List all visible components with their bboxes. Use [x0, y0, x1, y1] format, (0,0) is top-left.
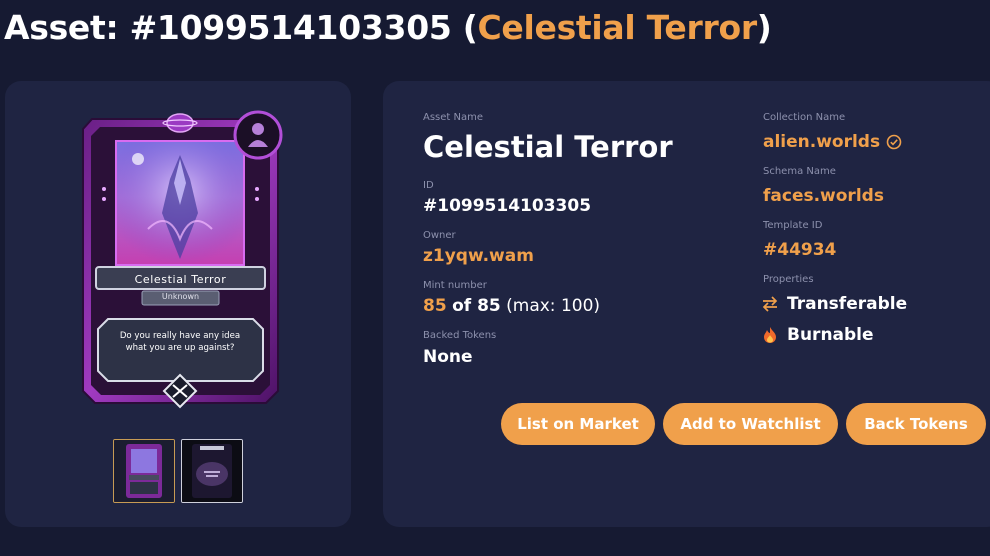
asset-name-label: Asset Name	[423, 112, 484, 123]
thumbnail-front[interactable]	[113, 439, 175, 503]
card-image[interactable]: Celestial Terror Unknown Do you really h…	[78, 109, 283, 409]
card-description: Do you really have any idea what you are…	[119, 331, 241, 353]
rarity-badge-icon	[233, 110, 283, 160]
property-transferable-label: Transferable	[787, 294, 908, 314]
asset-name-value: Celestial Terror	[423, 130, 673, 164]
mint-max: (max: 100)	[506, 296, 601, 316]
mint-number-label: Mint number	[423, 280, 487, 291]
card-front-thumbnail-icon	[114, 440, 174, 502]
card-rarity-label: Unknown	[161, 292, 200, 301]
property-transferable: Transferable	[761, 294, 907, 314]
collection-link[interactable]: alien.worlds	[763, 132, 902, 152]
mint-number-value: 85 of 85 (max: 100)	[423, 296, 600, 316]
add-to-watchlist-button[interactable]: Add to Watchlist	[663, 403, 838, 445]
page-title-prefix: Asset: #1099514103305 (	[4, 8, 478, 47]
backed-tokens-label: Backed Tokens	[423, 330, 497, 341]
id-label: ID	[423, 180, 434, 191]
property-burnable: Burnable	[761, 325, 874, 345]
schema-link[interactable]: faces.worlds	[763, 186, 884, 206]
owner-label: Owner	[423, 230, 456, 241]
collection-name-label: Collection Name	[763, 112, 846, 123]
verified-check-icon	[886, 134, 902, 150]
id-value: #1099514103305	[423, 196, 592, 216]
mint-number: 85	[423, 296, 447, 316]
flame-icon	[764, 327, 776, 343]
collection-name-value: alien.worlds	[763, 132, 881, 152]
asset-details-panel: Asset Name Celestial Terror ID #10995141…	[383, 81, 990, 527]
backed-tokens-value: None	[423, 347, 473, 367]
card-title: Celestial Terror	[134, 273, 227, 286]
mint-supply: of 85	[452, 296, 501, 316]
list-on-market-button[interactable]: List on Market	[501, 403, 655, 445]
template-id-label: Template ID	[763, 220, 823, 231]
schema-name-label: Schema Name	[763, 166, 836, 177]
back-tokens-button[interactable]: Back Tokens	[846, 403, 986, 445]
thumbnail-back[interactable]	[181, 439, 243, 503]
page-title-asset-name: Celestial Terror	[477, 8, 758, 47]
page-title-suffix: )	[756, 8, 772, 47]
owner-link[interactable]: z1yqw.wam	[423, 246, 534, 266]
card-back-thumbnail-icon	[182, 440, 242, 502]
properties-label: Properties	[763, 274, 814, 285]
page-title: Asset: #1099514103305 (Celestial Terror)	[4, 8, 772, 47]
property-burnable-label: Burnable	[787, 325, 874, 345]
template-link[interactable]: #44934	[763, 240, 836, 260]
card-preview-panel: Celestial Terror Unknown Do you really h…	[5, 81, 351, 527]
transfer-arrows-icon	[762, 296, 778, 312]
